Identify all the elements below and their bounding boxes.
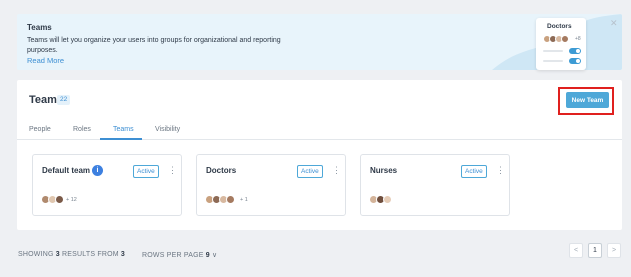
read-more-link[interactable]: Read More (27, 56, 64, 65)
member-avatars (205, 195, 235, 204)
tab-people[interactable]: People (29, 126, 51, 133)
more-options-icon[interactable]: ⋮ (332, 165, 341, 175)
illustration-line (543, 50, 563, 52)
tab-roles[interactable]: Roles (73, 126, 91, 133)
tab-bar: People Roles Teams Visibility (17, 123, 622, 140)
team-name: Doctors (206, 166, 237, 175)
illustration-avatars (543, 35, 569, 43)
avatar (383, 195, 392, 204)
results-summary: SHOWING 3 RESULTS FROM 3 (18, 251, 125, 258)
rows-per-page-select[interactable]: ROWS PER PAGE 9 ∨ (142, 251, 217, 259)
member-avatars (41, 195, 64, 204)
teams-info-banner: Teams Teams will let you organize your u… (17, 14, 622, 70)
close-icon[interactable]: ✕ (610, 18, 618, 29)
next-page-button[interactable]: > (607, 243, 621, 258)
doctors-illustration-card: Doctors +8 (536, 18, 586, 70)
status-badge: Active (297, 165, 323, 178)
prev-page-button[interactable]: < (569, 243, 583, 258)
more-options-icon[interactable]: ⋮ (168, 165, 177, 175)
member-avatars (369, 195, 392, 204)
illustration-line (543, 60, 563, 62)
team-card-doctors[interactable]: Doctors Active ⋮ + 1 (196, 154, 346, 216)
illustration-card-title: Doctors (547, 23, 572, 30)
tab-visibility[interactable]: Visibility (155, 126, 180, 133)
status-badge: Active (133, 165, 159, 178)
member-count: + 12 (66, 197, 77, 203)
tab-teams[interactable]: Teams (113, 126, 134, 133)
banner-description: Teams will let you organize your users i… (27, 37, 281, 54)
illustration-toggle (569, 58, 581, 64)
status-badge: Active (461, 165, 487, 178)
showing-label: SHOWING (18, 251, 54, 258)
info-icon[interactable]: i (92, 165, 103, 176)
shown-count: 3 (55, 251, 60, 258)
new-team-button[interactable]: New Team (566, 92, 609, 108)
rows-per-page-label: ROWS PER PAGE (142, 252, 204, 259)
more-options-icon[interactable]: ⋮ (496, 165, 505, 175)
rows-per-page-value: 9 (205, 252, 210, 259)
avatar (226, 195, 235, 204)
active-tab-indicator (100, 138, 142, 140)
team-card-default[interactable]: Default team i Active ⋮ + 12 (32, 154, 182, 216)
team-count-badge: 22 (57, 95, 71, 105)
member-count: + 1 (240, 197, 248, 203)
page-title: Team (29, 94, 57, 106)
team-name: Nurses (370, 166, 398, 175)
avatar (55, 195, 64, 204)
chevron-down-icon: ∨ (212, 252, 218, 259)
page-1-button[interactable]: 1 (588, 243, 602, 258)
banner-title: Teams (27, 23, 52, 32)
results-from-label: RESULTS FROM (62, 251, 119, 258)
team-name: Default team (42, 166, 91, 175)
team-card-nurses[interactable]: Nurses Active ⋮ (360, 154, 510, 216)
total-count: 3 (120, 251, 125, 258)
teams-panel: Team 22 New Team People Roles Teams Visi… (17, 80, 622, 230)
illustration-toggle (569, 48, 581, 54)
illustration-count: +8 (575, 36, 581, 42)
